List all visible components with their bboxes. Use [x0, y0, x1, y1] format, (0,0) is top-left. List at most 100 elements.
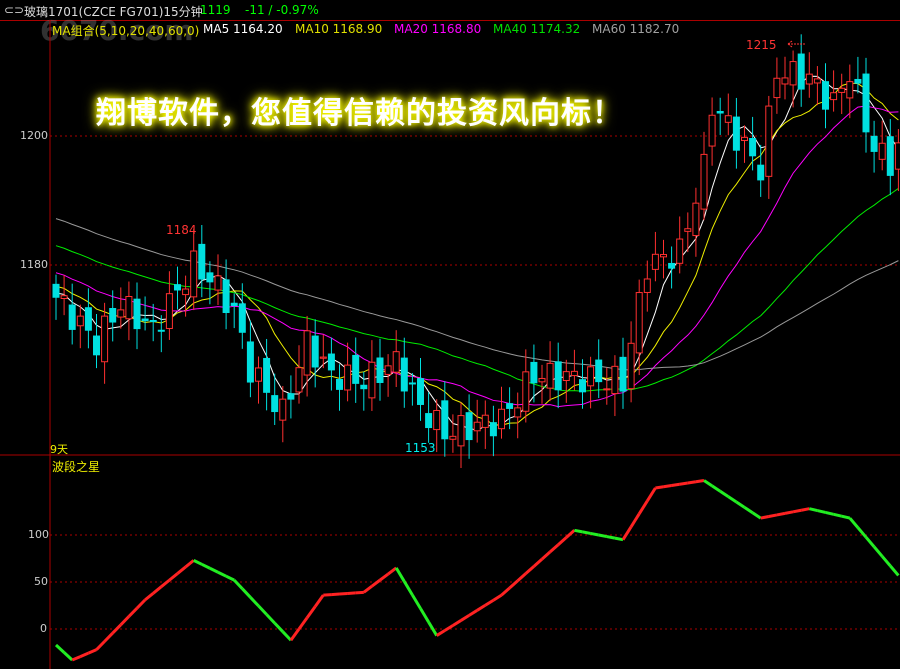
indicator-segment	[176, 565, 187, 575]
indicator-segment	[751, 511, 762, 520]
indicator-segment	[355, 590, 364, 595]
candle-body	[587, 366, 595, 387]
candle-body	[870, 135, 878, 152]
candle-body	[174, 284, 181, 291]
indicator-segment	[557, 536, 568, 546]
indicator-segment	[127, 607, 139, 618]
indicator-segment	[387, 566, 398, 576]
indicator-segment	[524, 565, 535, 575]
indicator-segment	[289, 628, 301, 642]
indicator-segment	[687, 480, 697, 485]
candle-body	[198, 243, 206, 280]
indicator-segment	[743, 506, 754, 514]
indicator-segment	[800, 507, 810, 512]
candle-body	[498, 408, 505, 430]
indicator-segment	[305, 605, 317, 619]
candle-body	[676, 238, 684, 264]
candle-body	[660, 254, 667, 258]
indicator-segment	[297, 616, 309, 630]
indicator-segment	[516, 572, 527, 582]
candle-body	[344, 364, 352, 391]
days-label: 9天	[50, 443, 68, 456]
indicator-segment	[95, 640, 106, 651]
candle-body	[741, 136, 748, 142]
candle-body	[93, 335, 100, 356]
candle-body	[530, 361, 538, 384]
price-label-1180: 1180	[20, 258, 48, 271]
candle-body	[408, 382, 416, 385]
indicator-segment	[411, 594, 422, 610]
candle-body	[554, 361, 562, 391]
candle-body	[400, 357, 408, 392]
indicator-segment	[362, 585, 373, 594]
indicator-segment	[119, 615, 130, 626]
indicator-segment	[484, 598, 495, 607]
candle-body	[287, 393, 295, 400]
indicator-segment	[492, 593, 503, 602]
indicator-segment	[403, 580, 414, 596]
candle-body	[433, 409, 441, 431]
candle-body	[109, 308, 117, 323]
candle-body	[360, 384, 368, 390]
indicator-segment	[79, 651, 89, 658]
candle-body	[773, 77, 781, 99]
indicator-segment	[435, 629, 446, 637]
indicator-segment	[184, 559, 195, 569]
indicator-segment	[63, 651, 74, 662]
candle-body	[619, 356, 627, 392]
ind-label-0: 0	[40, 622, 47, 635]
candle-body	[595, 359, 603, 383]
candle-body	[700, 153, 708, 210]
candle-body	[481, 414, 489, 428]
indicator-segment	[468, 609, 478, 617]
indicator-segment	[621, 525, 633, 541]
indicator-segment	[323, 593, 332, 597]
indicator-segment	[808, 507, 818, 513]
indicator-segment	[394, 567, 406, 583]
indicator-segment	[646, 487, 657, 502]
candle-body	[749, 137, 757, 157]
candle-body	[716, 110, 724, 114]
indicator-segment	[655, 485, 664, 490]
indicator-segment	[281, 630, 292, 642]
candle-body	[546, 362, 554, 389]
indicator-segment	[460, 614, 470, 622]
candle-body	[149, 319, 157, 322]
indicator-segment	[339, 591, 348, 596]
indicator-segment	[452, 619, 462, 627]
indicator-segment	[313, 594, 325, 608]
candle-body	[214, 275, 222, 291]
candle-body	[384, 365, 392, 375]
indicator-segment	[565, 529, 576, 539]
indicator-segment	[144, 592, 155, 602]
indicator-segment	[233, 579, 244, 590]
indicator-segment	[590, 531, 599, 537]
candle-body	[182, 288, 190, 296]
candle-body	[854, 78, 862, 84]
candle-body	[417, 378, 424, 405]
candle-body	[635, 292, 643, 354]
indicator-segment	[347, 591, 356, 595]
candle-body	[732, 116, 740, 151]
candle-body	[708, 114, 716, 147]
candle-body	[52, 283, 60, 298]
candle-body	[651, 253, 659, 270]
indicator-title: 波段之星	[52, 460, 101, 474]
candle-body	[668, 262, 676, 269]
candle-body	[125, 296, 133, 320]
indicator-segment	[695, 478, 705, 484]
candle-body	[319, 356, 327, 359]
candle-body	[894, 142, 900, 170]
indicator-segment	[735, 500, 746, 509]
indicator-segment	[476, 603, 487, 612]
indicator-segment	[817, 509, 826, 514]
candle-body	[457, 415, 465, 447]
candle-body	[255, 367, 262, 382]
indicator-segment	[370, 578, 381, 588]
candle-body	[473, 421, 481, 432]
indicator-segment	[598, 533, 608, 539]
candle-body	[522, 371, 530, 412]
indicator-segment	[889, 564, 900, 577]
indicator-segment	[209, 566, 219, 574]
indicator-segment	[711, 484, 722, 493]
